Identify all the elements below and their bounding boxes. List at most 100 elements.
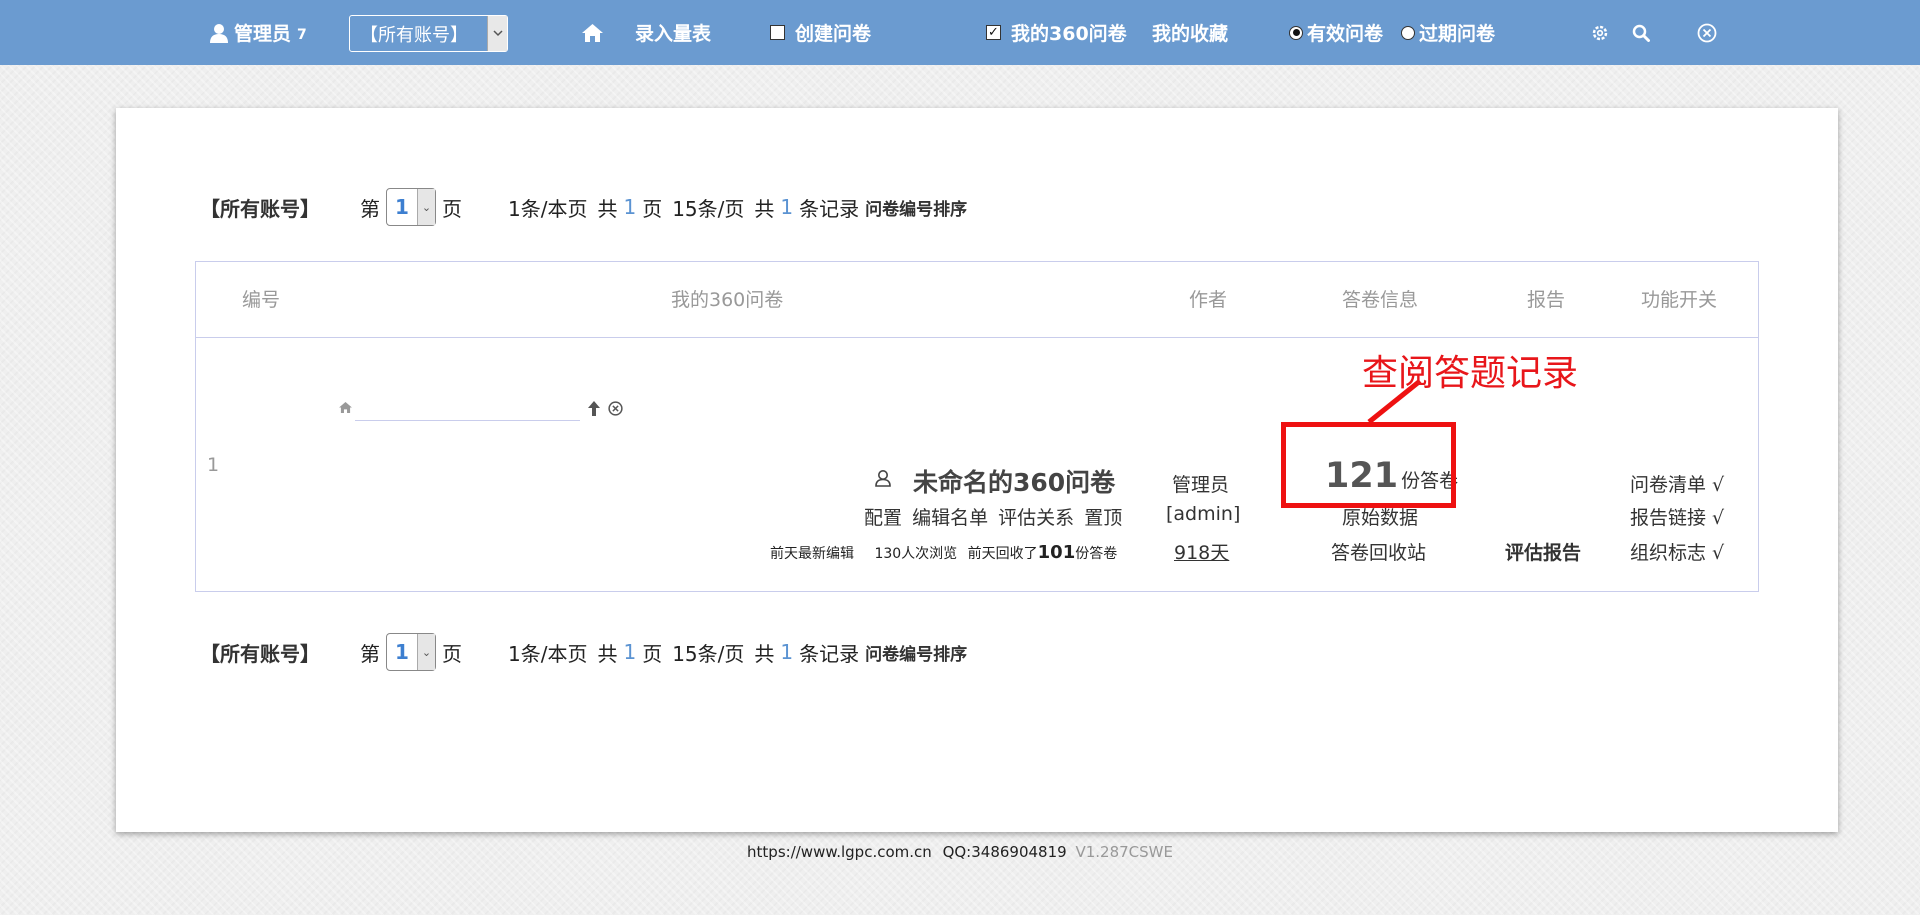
- settings-button[interactable]: [1591, 0, 1609, 65]
- total-pages-suffix: 页: [642, 196, 663, 221]
- account-select[interactable]: 【所有账号】: [349, 15, 508, 52]
- recovered-count: 101: [1037, 542, 1076, 563]
- create-survey-toggle[interactable]: 创建问卷: [770, 0, 871, 65]
- config-link[interactable]: 配置: [864, 507, 902, 529]
- page-prefix: 第: [360, 196, 380, 221]
- expired-survey-label: 过期问卷: [1419, 23, 1496, 45]
- my-360-checkbox[interactable]: ✓: [986, 25, 1001, 40]
- author-account: [admin]: [1166, 503, 1241, 525]
- footer-url-link[interactable]: https://www.lgpc.com.cn: [747, 843, 932, 861]
- header-survey: 我的360问卷: [671, 289, 784, 311]
- pager-bottom: 【所有账号】 第 1 ⌄ 页 1条/本页 共 1 页 15条/页 共 1 条记录…: [200, 632, 967, 672]
- relations-link[interactable]: 评估关系: [998, 507, 1074, 529]
- search-icon: [1632, 24, 1650, 42]
- header-author: 作者: [1189, 289, 1228, 311]
- total-records-suffix: 条记录: [799, 196, 860, 221]
- page-suffix: 页: [442, 196, 462, 221]
- page-size-link[interactable]: 15条/页: [672, 638, 744, 667]
- chevron-down-icon: [487, 16, 507, 51]
- move-up-icon[interactable]: [586, 399, 602, 417]
- page-select[interactable]: 1 ⌄: [386, 188, 436, 226]
- pin-link[interactable]: 置顶: [1084, 507, 1122, 529]
- page-select-value: 1: [395, 640, 409, 664]
- pager-top: 【所有账号】 第 1 ⌄ 页 1条/本页 共 1 页 15条/页 共 1 条记录…: [200, 187, 967, 227]
- chevron-down-icon: ⌄: [417, 189, 435, 225]
- radio-selected-icon: [1289, 25, 1303, 40]
- user-menu[interactable]: 管理员 7: [210, 0, 307, 65]
- per-page-text: 1条/本页: [508, 196, 588, 221]
- total-pages-suffix: 页: [642, 641, 663, 666]
- page-select-value: 1: [395, 195, 409, 219]
- total-records-suffix: 条记录: [799, 641, 860, 666]
- top-nav-bar: 管理员 7 【所有账号】 录入量表 创建问卷 ✓ 我的360问卷 我的收藏 有效…: [0, 0, 1920, 65]
- valid-survey-radio[interactable]: 有效问卷: [1289, 0, 1383, 65]
- home-icon: [582, 23, 603, 42]
- main-panel: 【所有账号】 第 1 ⌄ 页 1条/本页 共 1 页 15条/页 共 1 条记录…: [116, 108, 1838, 832]
- recovered-suffix: 份答卷: [1075, 546, 1118, 562]
- my-360-toggle[interactable]: ✓ 我的360问卷: [986, 0, 1127, 65]
- switch-survey-list[interactable]: 问卷清单 √: [1630, 470, 1724, 497]
- page-prefix: 第: [360, 641, 380, 666]
- survey-title-link[interactable]: 未命名的360问卷: [913, 463, 1115, 499]
- edit-list-link[interactable]: 编辑名单: [912, 507, 988, 529]
- recent-edit-text: 前天最新编辑: [770, 546, 854, 562]
- create-survey-label: 创建问卷: [795, 23, 872, 45]
- page-suffix: 页: [442, 641, 462, 666]
- total-records: 1: [780, 195, 794, 219]
- gear-icon: [1591, 24, 1609, 42]
- header-switches: 功能开关: [1641, 289, 1718, 311]
- page-size-link[interactable]: 15条/页: [672, 193, 744, 222]
- my-360-label: 我的360问卷: [1011, 23, 1127, 45]
- footer-qq: QQ:3486904819: [942, 843, 1067, 861]
- views-text: 130人次浏览: [874, 546, 958, 562]
- user-label: 管理员: [234, 23, 292, 45]
- sort-by-id-link[interactable]: 问卷编号排序: [865, 195, 967, 220]
- footer-version: V1.287CSWE: [1075, 843, 1173, 861]
- home-button[interactable]: [582, 0, 603, 65]
- survey-table: 编号 我的360问卷 作者 答卷信息 报告 功能开关 1 未命名的360问卷 配…: [195, 261, 1759, 592]
- user-group-icon: [873, 467, 893, 489]
- pager-account-filter[interactable]: 【所有账号】: [200, 638, 360, 667]
- recycle-bin-link[interactable]: 答卷回收站: [1331, 538, 1426, 565]
- days-link[interactable]: 918天: [1174, 538, 1229, 565]
- sort-by-id-link[interactable]: 问卷编号排序: [865, 640, 967, 665]
- user-count: 7: [297, 27, 307, 43]
- logout-button[interactable]: [1697, 0, 1717, 65]
- annotation-label: 查阅答题记录: [1362, 353, 1579, 394]
- total-pages: 1: [623, 640, 637, 664]
- rename-input[interactable]: [355, 399, 580, 421]
- header-report: 报告: [1527, 289, 1566, 311]
- survey-actions: 配置 编辑名单 评估关系 置顶: [864, 503, 1122, 530]
- create-survey-checkbox[interactable]: [770, 25, 785, 40]
- survey-stats: 前天最新编辑 130人次浏览 前天回收了101份答卷: [770, 542, 1117, 563]
- home-icon[interactable]: [337, 399, 353, 415]
- account-select-value: 【所有账号】: [360, 24, 468, 46]
- valid-survey-label: 有效问卷: [1307, 23, 1384, 45]
- table-header: 编号 我的360问卷 作者 答卷信息 报告 功能开关: [196, 262, 1758, 338]
- recovered-prefix: 前天回收了: [967, 546, 1038, 562]
- my-favorites-link[interactable]: 我的收藏: [1152, 0, 1228, 65]
- total-records: 1: [780, 640, 794, 664]
- author-name: 管理员: [1172, 474, 1230, 496]
- search-button[interactable]: [1632, 0, 1650, 65]
- pager-account-filter[interactable]: 【所有账号】: [200, 193, 360, 222]
- radio-unselected-icon: [1401, 25, 1415, 40]
- expired-survey-radio[interactable]: 过期问卷: [1401, 0, 1495, 65]
- switch-org-logo[interactable]: 组织标志 √: [1630, 538, 1724, 565]
- header-id: 编号: [242, 289, 281, 311]
- annotation-highlight-box: [1281, 422, 1456, 508]
- total-records-prefix: 共: [754, 196, 775, 221]
- nav-scale-link[interactable]: 录入量表: [635, 0, 711, 65]
- chevron-down-icon: ⌄: [417, 634, 435, 670]
- user-icon: [210, 23, 228, 43]
- total-pages: 1: [623, 195, 637, 219]
- footer: https://www.lgpc.com.cn QQ:3486904819 V1…: [0, 843, 1920, 861]
- switch-report-link[interactable]: 报告链接 √: [1630, 503, 1724, 530]
- total-prefix: 共: [597, 641, 618, 666]
- total-records-prefix: 共: [754, 641, 775, 666]
- header-answer-info: 答卷信息: [1342, 289, 1419, 311]
- page-select[interactable]: 1 ⌄: [386, 633, 436, 671]
- row-id: 1: [207, 454, 220, 476]
- close-circle-icon[interactable]: [606, 399, 624, 417]
- eval-report-link[interactable]: 评估报告: [1505, 538, 1581, 565]
